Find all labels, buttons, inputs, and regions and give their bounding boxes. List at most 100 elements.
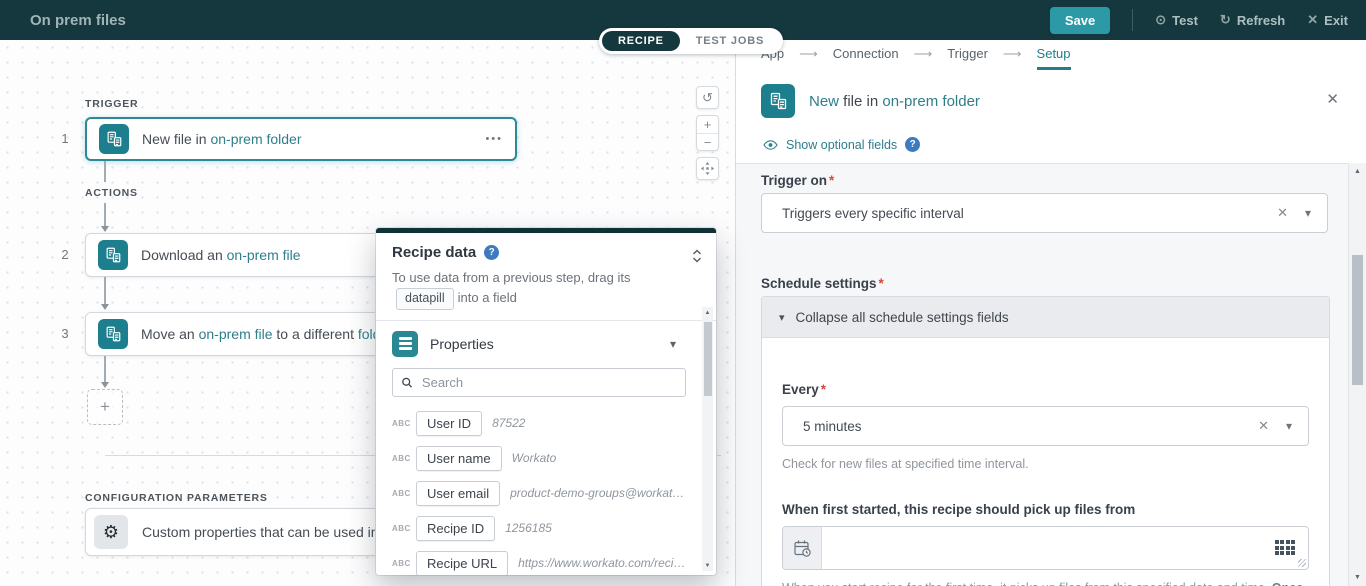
- exit-icon: ✕: [1307, 12, 1318, 28]
- connector-line: [104, 161, 106, 182]
- on-prem-app-icon: [99, 124, 129, 154]
- popup-scrollbar-thumb[interactable]: [704, 322, 712, 396]
- view-switcher: RECIPE TEST JOBS: [599, 28, 783, 54]
- step-title-link: on-prem file: [199, 326, 273, 342]
- chevron-down-icon[interactable]: ▾: [670, 337, 676, 351]
- pickup-date-input[interactable]: [782, 526, 1309, 570]
- zoom-control: + −: [696, 115, 719, 151]
- gear-icon: ⚙: [94, 515, 128, 549]
- type-string-icon: ABC: [392, 489, 416, 498]
- recipe-title: On prem files: [30, 12, 126, 29]
- step-card-trigger[interactable]: New file in on-prem folder •••: [85, 117, 517, 161]
- datapill-value: product-demo-groups@workato.com: [510, 486, 688, 500]
- popup-description: To use data from a previous step, drag i…: [392, 268, 692, 310]
- trigger-config-panel: App ⟶ Connection ⟶ Trigger ⟶ Setup New f…: [735, 40, 1366, 586]
- field-label-text: Trigger on: [761, 173, 827, 188]
- save-button[interactable]: Save: [1050, 7, 1110, 34]
- breadcrumb-trigger[interactable]: Trigger: [947, 46, 988, 67]
- datapill-user-id[interactable]: User ID: [416, 411, 482, 436]
- datapill-user-email[interactable]: User email: [416, 481, 500, 506]
- panel-title-link: on-prem folder: [882, 93, 980, 110]
- step-title-link: on-prem folder: [210, 131, 301, 147]
- calendar-icon: [793, 539, 812, 558]
- breadcrumb-setup[interactable]: Setup: [1037, 46, 1071, 70]
- datapill-value: https://www.workato.com/recipes/12: [518, 556, 688, 570]
- help-icon[interactable]: ?: [905, 137, 920, 152]
- calendar-picker-button[interactable]: [783, 527, 822, 569]
- clear-selection-icon[interactable]: ✕: [1258, 418, 1269, 434]
- zoom-out-button[interactable]: −: [697, 134, 718, 151]
- breadcrumb: App ⟶ Connection ⟶ Trigger ⟶ Setup: [761, 46, 1071, 70]
- every-label: Every*: [782, 382, 1309, 397]
- breadcrumb-arrow-icon: ⟶: [914, 46, 933, 62]
- step-number: 2: [54, 247, 76, 262]
- step-number: 3: [54, 326, 76, 341]
- step-title-text: New file in: [142, 131, 210, 147]
- refresh-button[interactable]: ↻ Refresh: [1220, 12, 1285, 28]
- eye-icon: [763, 140, 778, 150]
- show-optional-fields[interactable]: Show optional fields ?: [763, 137, 920, 152]
- test-button[interactable]: ⊙ Test: [1155, 12, 1198, 28]
- datapill-user-name[interactable]: User name: [416, 446, 502, 471]
- trigger-on-value: Triggers every specific interval: [782, 206, 964, 221]
- on-prem-app-icon: [98, 240, 128, 270]
- resize-handle[interactable]: [1298, 559, 1306, 567]
- clear-selection-icon[interactable]: ✕: [1277, 205, 1288, 221]
- collapse-schedule-fields[interactable]: ▾ Collapse all schedule settings fields: [762, 297, 1329, 338]
- search-icon: [401, 376, 413, 389]
- chevron-down-icon: ▾: [779, 311, 785, 324]
- search-input[interactable]: [420, 374, 677, 391]
- add-step-button[interactable]: +: [87, 389, 123, 425]
- chevron-down-icon[interactable]: ▾: [1286, 419, 1292, 433]
- datapill-recipe-url[interactable]: Recipe URL: [416, 551, 508, 575]
- trigger-setup-form: Trigger on* Triggers every specific inte…: [736, 163, 1366, 586]
- refresh-label: Refresh: [1237, 13, 1285, 28]
- panel-title-text: file in: [839, 93, 882, 110]
- required-asterisk: *: [821, 382, 826, 397]
- step-title-link: on-prem file: [227, 247, 301, 263]
- step-number: 1: [54, 131, 76, 146]
- field-label-text: Schedule settings: [761, 276, 877, 291]
- every-hint: Check for new files at specified time in…: [782, 457, 1309, 471]
- exit-button[interactable]: ✕ Exit: [1307, 12, 1348, 28]
- scroll-down-arrow[interactable]: ▼: [702, 563, 713, 569]
- pickup-hint-text: When you start recipe for the first time…: [782, 581, 1272, 586]
- zoom-in-button[interactable]: +: [697, 116, 718, 134]
- pickup-label: When first started, this recipe should p…: [782, 502, 1309, 517]
- every-select[interactable]: 5 minutes ✕ ▾: [782, 406, 1309, 446]
- datapill-search-box: [392, 368, 686, 397]
- properties-section-row[interactable]: Properties ▾: [376, 321, 716, 365]
- step-more-menu[interactable]: •••: [485, 133, 503, 145]
- connector-arrow: [104, 356, 106, 383]
- schedule-settings-box: ▾ Collapse all schedule settings fields …: [761, 296, 1330, 586]
- type-string-icon: ABC: [392, 524, 416, 533]
- datapill-value: 87522: [492, 416, 525, 430]
- connector-arrow: [104, 277, 106, 305]
- collapse-schedule-label: Collapse all schedule settings fields: [796, 310, 1009, 325]
- breadcrumb-connection[interactable]: Connection: [833, 46, 899, 67]
- datapill-recipe-id[interactable]: Recipe ID: [416, 516, 495, 541]
- panel-step-header: New file in on-prem folder: [761, 84, 980, 118]
- trigger-on-select[interactable]: Triggers every specific interval ✕ ▾: [761, 193, 1328, 233]
- datapill-row: ABC User ID 87522: [376, 406, 716, 441]
- required-asterisk: *: [829, 173, 834, 188]
- reset-view-button[interactable]: ↺: [696, 86, 719, 109]
- refresh-icon: ↻: [1220, 12, 1231, 28]
- scroll-up-arrow[interactable]: ▲: [1349, 168, 1366, 175]
- scroll-down-arrow[interactable]: ▼: [1349, 574, 1366, 581]
- close-panel-icon[interactable]: ✕: [1326, 90, 1339, 108]
- popup-body: Properties ▾ ABC User ID 87522 ABC User …: [376, 321, 716, 575]
- step-title-text: Move an: [141, 326, 199, 342]
- help-icon[interactable]: ?: [484, 245, 499, 260]
- test-label: Test: [1172, 13, 1198, 28]
- fit-view-button[interactable]: [696, 157, 719, 180]
- tab-test-jobs[interactable]: TEST JOBS: [680, 31, 780, 51]
- field-label-text: Every: [782, 382, 819, 397]
- chevron-down-icon[interactable]: ▾: [1305, 206, 1311, 220]
- datapill-grid-icon[interactable]: [1275, 540, 1296, 555]
- collapse-panel-icon[interactable]: [692, 249, 702, 268]
- tab-recipe[interactable]: RECIPE: [602, 31, 680, 51]
- panel-scrollbar-thumb[interactable]: [1352, 255, 1363, 385]
- scroll-up-arrow[interactable]: ▲: [702, 310, 713, 316]
- required-asterisk: *: [879, 276, 884, 291]
